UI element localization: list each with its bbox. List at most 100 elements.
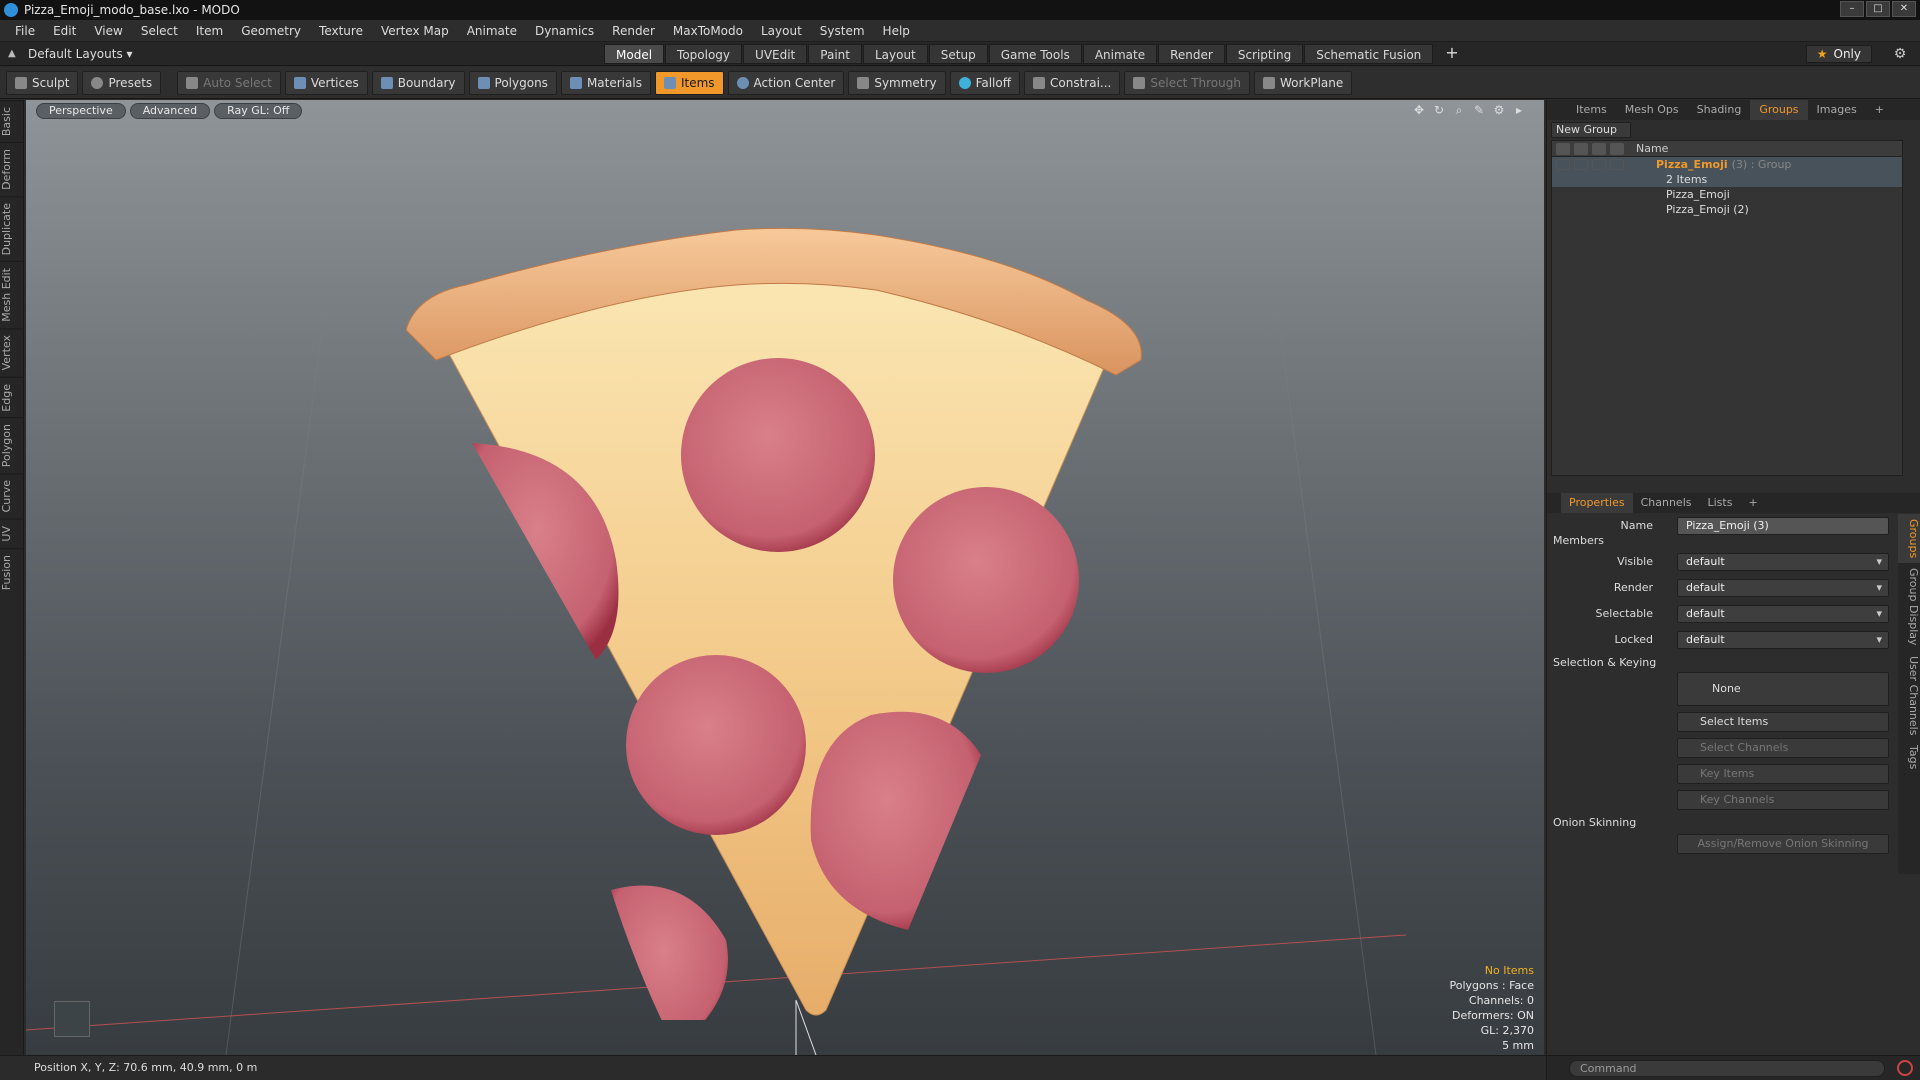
tab-schematic-fusion[interactable]: Schematic Fusion <box>1304 44 1434 64</box>
tab-setup[interactable]: Setup <box>928 44 988 64</box>
menu-edit[interactable]: Edit <box>44 24 85 38</box>
raygl-button[interactable]: Ray GL: Off <box>214 103 303 119</box>
falloff-button[interactable]: Falloff <box>949 70 1020 95</box>
tab-uvedit[interactable]: UVEdit <box>743 44 808 64</box>
add-panel-tab-icon[interactable]: + <box>1866 100 1893 120</box>
add-prop-tab-icon[interactable]: + <box>1740 493 1765 513</box>
advanced-button[interactable]: Advanced <box>129 103 211 119</box>
members-section[interactable]: Members <box>1553 534 1604 547</box>
gear-icon[interactable]: ⚙ <box>1890 45 1910 63</box>
menu-texture[interactable]: Texture <box>310 24 372 38</box>
selection-keying-section[interactable]: Selection & Keying <box>1553 656 1656 669</box>
tab-properties[interactable]: Properties <box>1561 493 1633 513</box>
command-input[interactable]: Command <box>1569 1060 1885 1077</box>
left-tab-mesh-edit[interactable]: Mesh Edit <box>0 261 24 329</box>
3d-viewport[interactable]: Perspective Advanced Ray GL: Off ✥ ↻ ⌕ ✎… <box>26 100 1544 1055</box>
expand-arrow-icon[interactable]: ▸ <box>1512 103 1526 117</box>
menu-item[interactable]: Item <box>187 24 232 38</box>
name-column-header[interactable]: Name <box>1636 142 1668 155</box>
tab-layout[interactable]: Layout <box>862 44 928 64</box>
menu-geometry[interactable]: Geometry <box>232 24 310 38</box>
menu-maxtomodo[interactable]: MaxToModo <box>664 24 752 38</box>
workplane-button[interactable]: WorkPlane <box>1253 70 1353 95</box>
left-tab-polygon[interactable]: Polygon <box>0 417 24 474</box>
vertices-button[interactable]: Vertices <box>284 70 368 95</box>
none-button[interactable]: None <box>1677 672 1889 706</box>
action-center-button[interactable]: Action Center <box>727 70 845 95</box>
layout-selector[interactable]: ▲ Default Layouts ▾ <box>8 45 133 63</box>
locked-dropdown[interactable]: default ▾ <box>1677 631 1889 649</box>
menu-render[interactable]: Render <box>603 24 664 38</box>
select-channels-button[interactable]: Select Channels <box>1677 738 1889 758</box>
onion-skinning-section[interactable]: Onion Skinning <box>1553 816 1636 829</box>
menu-system[interactable]: System <box>811 24 874 38</box>
visible-dropdown[interactable]: default ▾ <box>1677 553 1889 571</box>
assign-onion-button[interactable]: Assign/Remove Onion Skinning <box>1677 834 1889 854</box>
left-tab-duplicate[interactable]: Duplicate <box>0 196 24 262</box>
select-col-icon[interactable] <box>1592 142 1606 155</box>
tab-shading[interactable]: Shading <box>1688 100 1751 120</box>
left-tab-deform[interactable]: Deform <box>0 142 24 197</box>
tab-game-tools[interactable]: Game Tools <box>988 44 1082 64</box>
rotate-icon[interactable]: ↻ <box>1432 103 1446 117</box>
selectable-dropdown[interactable]: default ▾ <box>1677 605 1889 623</box>
pizza-slice-model[interactable] <box>406 160 1166 1020</box>
perspective-button[interactable]: Perspective <box>36 103 126 119</box>
left-tab-edge[interactable]: Edge <box>0 376 24 418</box>
sculpt-button[interactable]: Sculpt <box>6 70 79 95</box>
maximize-button[interactable]: □ <box>1866 1 1890 17</box>
vtab-tags[interactable]: Tags <box>1898 740 1920 774</box>
left-tab-basic[interactable]: Basic <box>0 100 24 143</box>
tab-scripting[interactable]: Scripting <box>1225 44 1304 64</box>
polygons-button[interactable]: Polygons <box>468 70 557 95</box>
tree-row-group[interactable]: Pizza_Emoji (3) : Group <box>1552 157 1902 172</box>
menu-layout[interactable]: Layout <box>752 24 811 38</box>
zoom-icon[interactable]: ⌕ <box>1452 103 1466 117</box>
close-button[interactable]: ✕ <box>1892 1 1916 17</box>
name-field[interactable]: Pizza_Emoji (3) <box>1677 517 1889 535</box>
vtab-groups[interactable]: Groups <box>1898 514 1920 564</box>
add-tab-icon[interactable]: + <box>1434 44 1469 64</box>
vtab-user-channels[interactable]: User Channels <box>1898 651 1920 740</box>
menu-help[interactable]: Help <box>874 24 919 38</box>
items-button[interactable]: Items <box>654 70 724 95</box>
constraints-button[interactable]: Constrai... <box>1024 70 1121 95</box>
tab-animate[interactable]: Animate <box>1082 44 1158 64</box>
tab-render[interactable]: Render <box>1158 44 1225 64</box>
left-tab-curve[interactable]: Curve <box>0 473 24 519</box>
menu-view[interactable]: View <box>85 24 131 38</box>
presets-button[interactable]: Presets <box>82 70 162 95</box>
auto-select-button[interactable]: Auto Select <box>177 70 281 95</box>
left-tab-uv[interactable]: UV <box>0 518 24 548</box>
select-through-button[interactable]: Select Through <box>1124 70 1250 95</box>
vtab-group-display[interactable]: Group Display <box>1898 563 1920 651</box>
visibility-col-icon[interactable] <box>1556 142 1570 155</box>
lock-col-icon[interactable] <box>1610 142 1624 155</box>
minimize-button[interactable]: – <box>1840 1 1864 17</box>
tree-row-child-2[interactable]: Pizza_Emoji (2) <box>1552 202 1902 217</box>
tab-mesh-ops[interactable]: Mesh Ops <box>1616 100 1688 120</box>
new-group-button[interactable]: New Group <box>1551 122 1631 138</box>
only-button[interactable]: ★ Only <box>1805 45 1872 63</box>
key-channels-button[interactable]: Key Channels <box>1677 790 1889 810</box>
tree-row-child-1[interactable]: Pizza_Emoji <box>1552 187 1902 202</box>
key-items-button[interactable]: Key Items <box>1677 764 1889 784</box>
tab-items[interactable]: Items <box>1567 100 1616 120</box>
brush-tool-icon[interactable]: ✎ <box>1472 103 1486 117</box>
menu-dynamics[interactable]: Dynamics <box>526 24 603 38</box>
tab-channels[interactable]: Channels <box>1633 493 1700 513</box>
menu-vertex-map[interactable]: Vertex Map <box>372 24 458 38</box>
select-items-button[interactable]: Select Items <box>1677 712 1889 732</box>
tab-images[interactable]: Images <box>1808 100 1866 120</box>
pan-icon[interactable]: ✥ <box>1412 103 1426 117</box>
materials-button[interactable]: Materials <box>560 70 651 95</box>
menu-file[interactable]: File <box>6 24 44 38</box>
left-tab-vertex[interactable]: Vertex <box>0 328 24 377</box>
render-dropdown[interactable]: default ▾ <box>1677 579 1889 597</box>
tab-topology[interactable]: Topology <box>665 44 743 64</box>
menu-animate[interactable]: Animate <box>458 24 526 38</box>
tab-groups[interactable]: Groups <box>1750 100 1808 120</box>
boundary-button[interactable]: Boundary <box>371 70 465 95</box>
tab-paint[interactable]: Paint <box>808 44 862 64</box>
menu-select[interactable]: Select <box>132 24 187 38</box>
